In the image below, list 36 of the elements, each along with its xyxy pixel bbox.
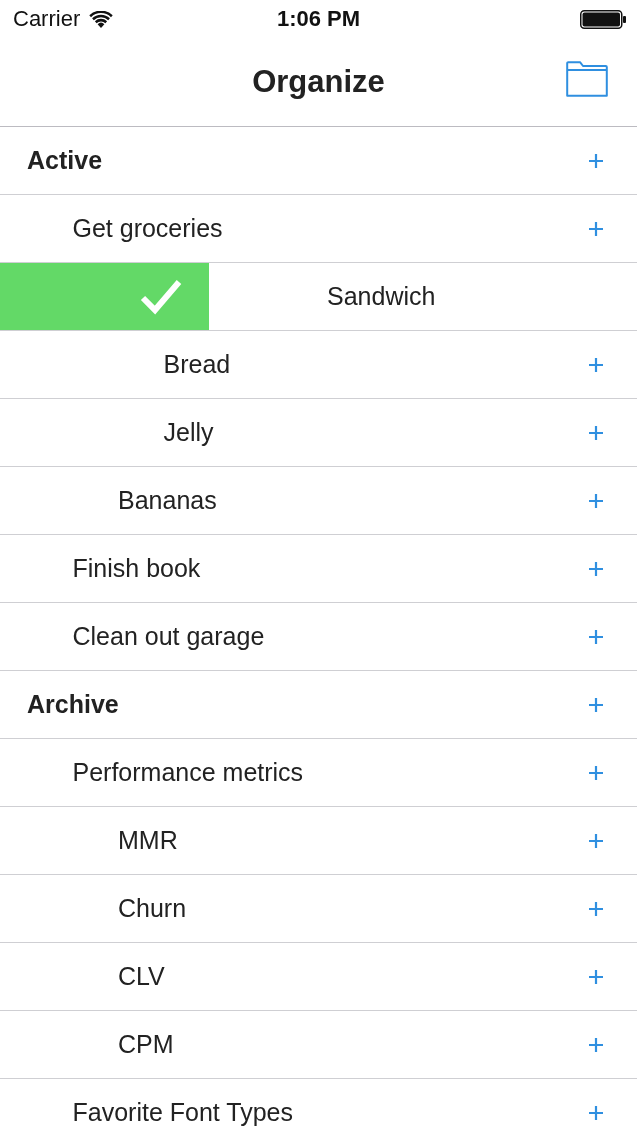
nav-title: Organize — [252, 64, 385, 100]
add-button[interactable] — [589, 561, 603, 576]
add-button[interactable] — [589, 901, 603, 916]
add-button[interactable] — [589, 1105, 603, 1120]
add-button[interactable] — [589, 765, 603, 780]
task-label: Get groceries — [72, 214, 223, 243]
section-title: Active — [27, 146, 103, 175]
task-label: MMR — [118, 826, 178, 855]
task-label: Churn — [118, 894, 187, 923]
task-label: Finish book — [72, 554, 201, 583]
folder-icon[interactable] — [566, 61, 608, 97]
carrier-name: Carrier — [13, 6, 81, 32]
task-label: Clean out garage — [72, 622, 265, 651]
task-label: CLV — [118, 962, 165, 991]
add-button[interactable] — [589, 153, 603, 168]
task-label: Bananas — [118, 486, 217, 515]
add-button[interactable] — [589, 1037, 603, 1052]
task-label: Performance metrics — [72, 758, 304, 787]
task-label: Jelly — [163, 418, 214, 447]
task-label: Favorite Font Types — [72, 1098, 293, 1127]
add-button[interactable] — [589, 697, 603, 712]
checkmark-icon — [140, 278, 182, 315]
wifi-icon — [89, 10, 114, 28]
battery-icon — [580, 9, 626, 29]
add-button[interactable] — [589, 221, 603, 236]
task-label: Bread — [163, 350, 231, 379]
add-button[interactable] — [589, 629, 603, 644]
status-time: 1:06 PM — [276, 6, 361, 32]
add-button[interactable] — [589, 425, 603, 440]
section-title: Archive — [27, 690, 119, 719]
task-label: CPM — [118, 1030, 174, 1059]
add-button[interactable] — [589, 969, 603, 984]
add-button[interactable] — [589, 357, 603, 372]
add-button[interactable] — [589, 493, 603, 508]
task-label: Sandwich — [327, 282, 436, 311]
add-button[interactable] — [589, 833, 603, 848]
